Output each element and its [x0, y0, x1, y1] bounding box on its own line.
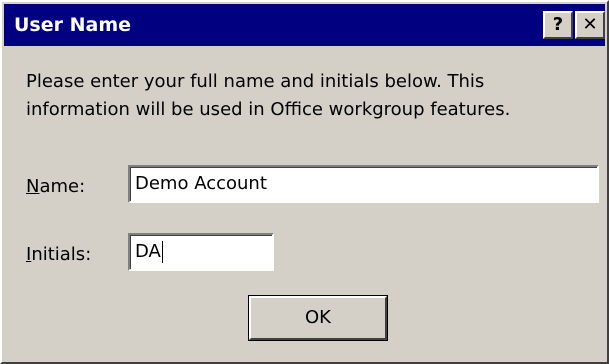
- instruction-line-1: Please enter your full name and initials…: [26, 71, 485, 92]
- name-label-text: ame:: [39, 176, 86, 197]
- dialog-title: User Name: [14, 14, 132, 36]
- initials-label-text: nitials:: [31, 244, 92, 265]
- initials-label: Initials:: [26, 243, 91, 267]
- instruction-line-2: information will be used in Office workg…: [26, 99, 511, 120]
- close-button[interactable]: ✕: [575, 11, 605, 39]
- name-label: Name:: [26, 175, 85, 199]
- ok-button[interactable]: OK: [248, 295, 388, 341]
- initials-field[interactable]: DA: [128, 233, 274, 271]
- text-caret: [161, 241, 163, 263]
- name-field-value: Demo Account: [135, 173, 267, 194]
- title-bar[interactable]: User Name ? ✕: [4, 4, 605, 46]
- name-field[interactable]: Demo Account: [128, 165, 599, 203]
- initials-field-value: DA: [135, 241, 161, 262]
- instruction-text: Please enter your full name and initials…: [26, 68, 586, 124]
- name-label-accelerator: N: [26, 176, 40, 197]
- user-name-dialog: User Name ? ✕ Please enter your full nam…: [0, 0, 609, 364]
- help-button[interactable]: ?: [543, 11, 573, 39]
- close-icon: ✕: [582, 14, 598, 35]
- help-icon: ?: [552, 14, 564, 35]
